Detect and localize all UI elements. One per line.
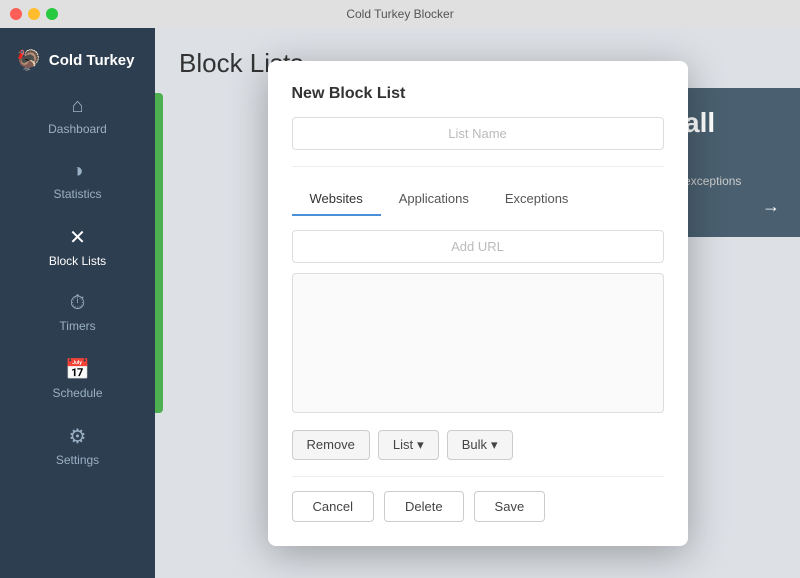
sidebar-item-timers[interactable]: ⏱ Timers xyxy=(0,280,155,345)
logo-icon: 🦃 xyxy=(16,48,41,73)
close-button[interactable] xyxy=(10,8,22,20)
delete-button[interactable]: Delete xyxy=(384,491,464,522)
tab-websites[interactable]: Websites xyxy=(292,183,381,216)
sidebar-item-dashboard[interactable]: ⌂ Dashboard xyxy=(0,83,155,148)
bulk-button[interactable]: Bulk ▾ xyxy=(447,430,513,460)
tab-applications[interactable]: Applications xyxy=(381,183,487,216)
list-label: List xyxy=(393,437,413,452)
schedule-icon: 📅 xyxy=(65,357,90,382)
logo-text: Cold Turkey xyxy=(49,52,135,69)
statistics-icon: ◑ xyxy=(71,160,83,183)
title-bar: Cold Turkey Blocker xyxy=(0,0,800,28)
remove-button[interactable]: Remove xyxy=(292,430,370,460)
remove-label: Remove xyxy=(307,437,355,452)
divider-2 xyxy=(292,476,664,477)
settings-icon: ⚙ xyxy=(69,424,87,449)
content-area: Block Lists Block all sites sites, 0 app… xyxy=(155,28,800,578)
footer-buttons-row: Cancel Delete Save xyxy=(292,491,664,522)
new-block-list-modal: New Block List Websites Applications Exc… xyxy=(268,61,688,546)
tab-exceptions[interactable]: Exceptions xyxy=(487,183,587,216)
timers-icon: ⏱ xyxy=(70,292,86,315)
sidebar-label-timers: Timers xyxy=(59,319,95,333)
cancel-button[interactable]: Cancel xyxy=(292,491,374,522)
modal-title: New Block List xyxy=(292,85,664,103)
sidebar-logo: 🦃 Cold Turkey xyxy=(0,38,155,83)
sidebar-item-block-lists[interactable]: ✕ Block Lists xyxy=(0,213,155,280)
home-icon: ⌂ xyxy=(71,95,83,118)
sidebar-label-statistics: Statistics xyxy=(53,187,101,201)
divider-1 xyxy=(292,166,664,167)
sidebar-label-schedule: Schedule xyxy=(52,386,102,400)
sidebar-item-settings[interactable]: ⚙ Settings xyxy=(0,412,155,479)
save-button[interactable]: Save xyxy=(474,491,546,522)
sidebar-item-schedule[interactable]: 📅 Schedule xyxy=(0,345,155,412)
sidebar-label-dashboard: Dashboard xyxy=(48,122,107,136)
sidebar: 🦃 Cold Turkey ⌂ Dashboard ◑ Statistics ✕… xyxy=(0,28,155,578)
add-url-input[interactable] xyxy=(292,230,664,263)
app-container: 🦃 Cold Turkey ⌂ Dashboard ◑ Statistics ✕… xyxy=(0,28,800,578)
list-name-input[interactable] xyxy=(292,117,664,150)
window-controls[interactable] xyxy=(10,8,58,20)
block-lists-icon: ✕ xyxy=(69,225,86,250)
sidebar-label-settings: Settings xyxy=(56,453,99,467)
bulk-chevron-icon: ▾ xyxy=(491,437,498,453)
maximize-button[interactable] xyxy=(46,8,58,20)
sidebar-label-block-lists: Block Lists xyxy=(49,254,106,268)
sidebar-item-statistics[interactable]: ◑ Statistics xyxy=(0,148,155,213)
action-buttons-row: Remove List ▾ Bulk ▾ xyxy=(292,430,664,460)
window-title: Cold Turkey Blocker xyxy=(346,7,453,21)
url-list-area[interactable] xyxy=(292,273,664,413)
modal-tabs: Websites Applications Exceptions xyxy=(292,183,664,216)
bulk-label: Bulk xyxy=(462,437,487,452)
list-chevron-icon: ▾ xyxy=(417,437,424,453)
list-button[interactable]: List ▾ xyxy=(378,430,439,460)
minimize-button[interactable] xyxy=(28,8,40,20)
modal-overlay: New Block List Websites Applications Exc… xyxy=(155,28,800,578)
